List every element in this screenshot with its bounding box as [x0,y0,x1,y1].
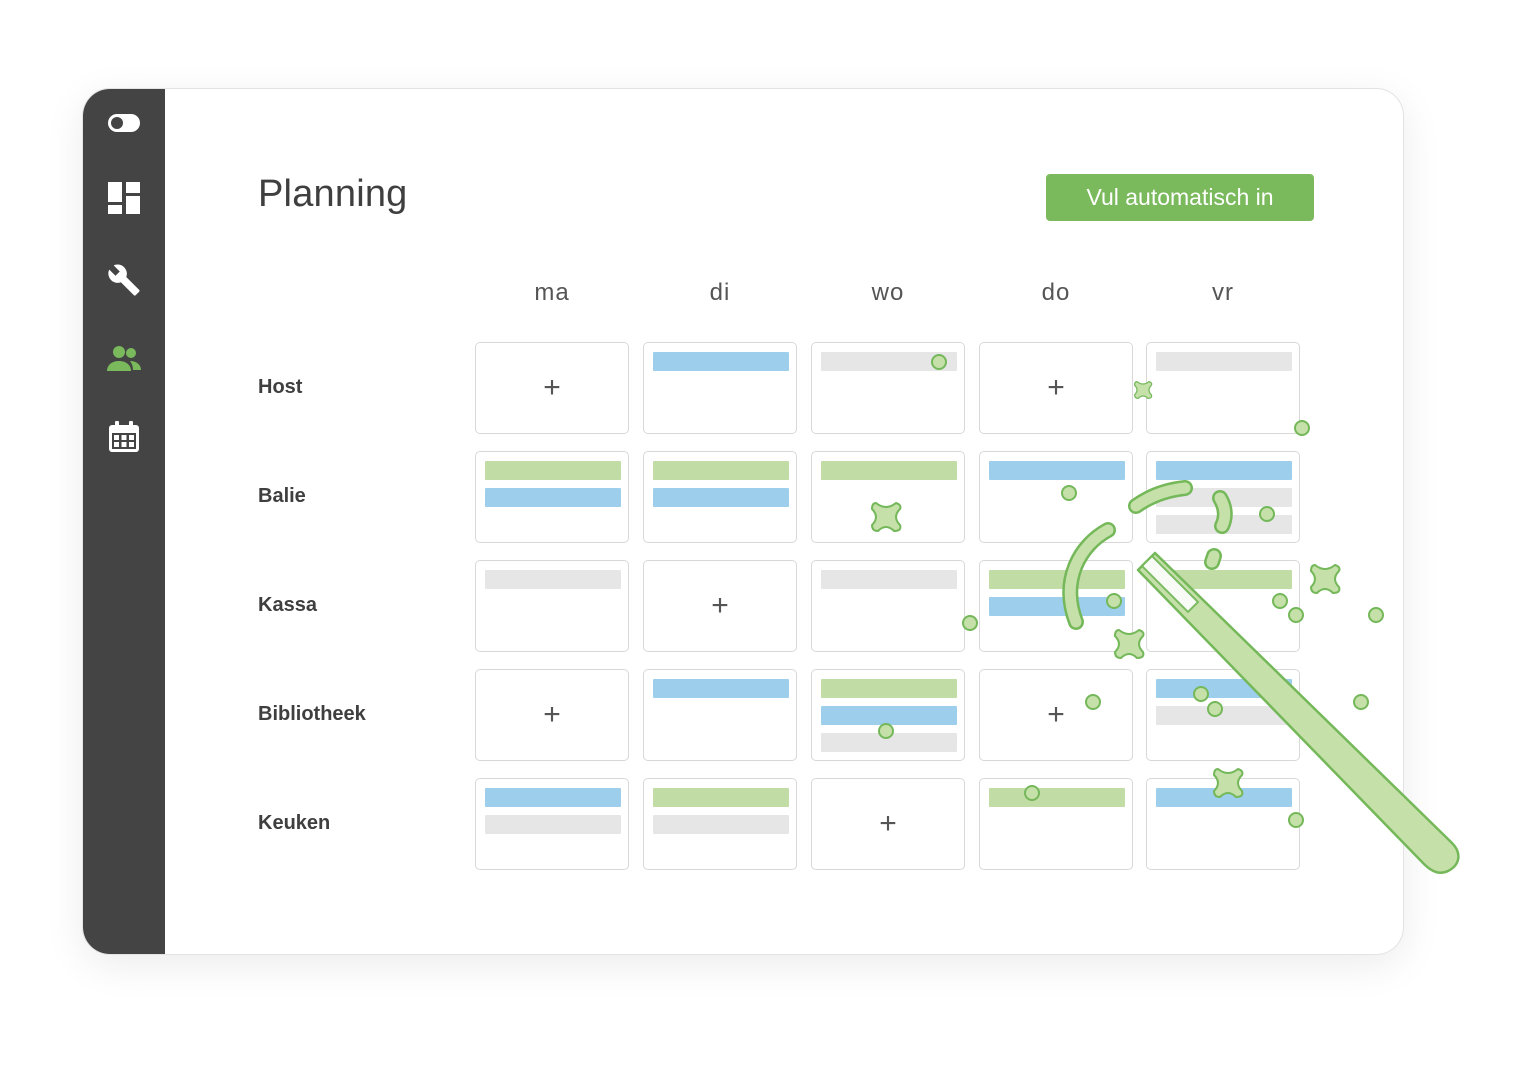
schedule-cell[interactable] [1146,560,1300,652]
page-title: Planning [258,173,408,215]
add-shift-icon: + [879,807,897,840]
shift-bar-gray[interactable] [653,815,789,834]
add-shift-icon: + [543,371,561,404]
shift-bar-blue[interactable] [821,706,957,725]
schedule-cell[interactable] [1146,342,1300,434]
schedule-cell[interactable] [1146,669,1300,761]
autofill-button[interactable]: Vul automatisch in [1046,174,1314,221]
toggle-icon [108,114,140,132]
schedule-cell[interactable] [475,451,629,543]
app-window: Planning Vul automatisch in ma di wo do vr Ho… [82,88,1404,955]
shift-bar-gray[interactable] [485,815,621,834]
sidebar-item-dashboard[interactable] [83,173,165,223]
schedule-cell[interactable] [643,342,797,434]
schedule-cell[interactable] [811,560,965,652]
shift-bar-blue[interactable] [653,488,789,507]
add-shift-icon: + [711,589,729,622]
shift-bar-blue[interactable] [1156,461,1292,480]
shift-bar-gray[interactable] [485,570,621,589]
shift-bar-gray[interactable] [1156,488,1292,507]
schedule-cell[interactable] [811,451,965,543]
shift-bar-blue[interactable] [1156,788,1292,807]
schedule-cell[interactable] [643,451,797,543]
day-header-0: ma [534,279,570,306]
shift-bar-green[interactable] [821,679,957,698]
shift-bar-green[interactable] [485,461,621,480]
wrench-icon [108,264,140,296]
sidebar-item-calendar[interactable] [83,412,165,462]
shift-bar-blue[interactable] [653,352,789,371]
row-label: Kassa [258,594,317,616]
row-label: Host [258,376,303,398]
schedule-cell[interactable] [811,669,965,761]
shift-bar-blue[interactable] [485,788,621,807]
add-shift-icon: + [543,698,561,731]
sidebar [83,89,165,954]
day-header-4: vr [1212,279,1234,306]
shift-bar-gray[interactable] [1156,706,1292,725]
dashboard-icon [108,182,140,214]
sidebar-item-users[interactable] [83,334,165,384]
shift-bar-green[interactable] [1156,570,1292,589]
schedule-cell[interactable] [979,560,1133,652]
row-label: Keuken [258,812,331,834]
shift-bar-gray[interactable] [1156,352,1292,371]
users-icon [107,346,141,371]
shift-bar-blue[interactable] [485,488,621,507]
calendar-icon [109,421,139,452]
day-header-2: wo [871,279,905,306]
sidebar-item-toggle[interactable] [83,98,165,148]
schedule-cell[interactable]: + [979,342,1133,434]
shift-bar-gray[interactable] [1156,515,1292,534]
schedule-cell[interactable] [811,342,965,434]
day-header-1: di [709,279,731,306]
schedule-cell[interactable] [1146,778,1300,870]
shift-bar-gray[interactable] [821,352,957,371]
shift-bar-blue[interactable] [989,461,1125,480]
shift-bar-blue[interactable] [989,597,1125,616]
schedule-cell[interactable]: + [811,778,965,870]
add-shift-icon: + [1047,698,1065,731]
sidebar-item-tools[interactable] [83,255,165,305]
add-shift-icon: + [1047,371,1065,404]
shift-bar-gray[interactable] [821,570,957,589]
schedule-cell[interactable] [979,778,1133,870]
shift-bar-green[interactable] [989,570,1125,589]
schedule-cell[interactable] [475,778,629,870]
shift-bar-green[interactable] [989,788,1125,807]
schedule-cell[interactable] [1146,451,1300,543]
schedule-cell[interactable]: + [643,560,797,652]
shift-bar-green[interactable] [821,461,957,480]
shift-bar-green[interactable] [653,461,789,480]
shift-bar-gray[interactable] [821,733,957,752]
schedule-cell[interactable]: + [475,669,629,761]
shift-bar-blue[interactable] [653,679,789,698]
shift-bar-blue[interactable] [1156,679,1292,698]
schedule-cell[interactable] [643,669,797,761]
schedule-cell[interactable] [475,560,629,652]
day-header-3: do [1041,279,1071,306]
row-label: Balie [258,485,306,507]
schedule-cell[interactable] [643,778,797,870]
shift-bar-green[interactable] [653,788,789,807]
schedule-cell[interactable] [979,451,1133,543]
schedule-cell[interactable]: + [979,669,1133,761]
schedule-cell[interactable]: + [475,342,629,434]
row-label: Bibliotheek [258,703,366,725]
